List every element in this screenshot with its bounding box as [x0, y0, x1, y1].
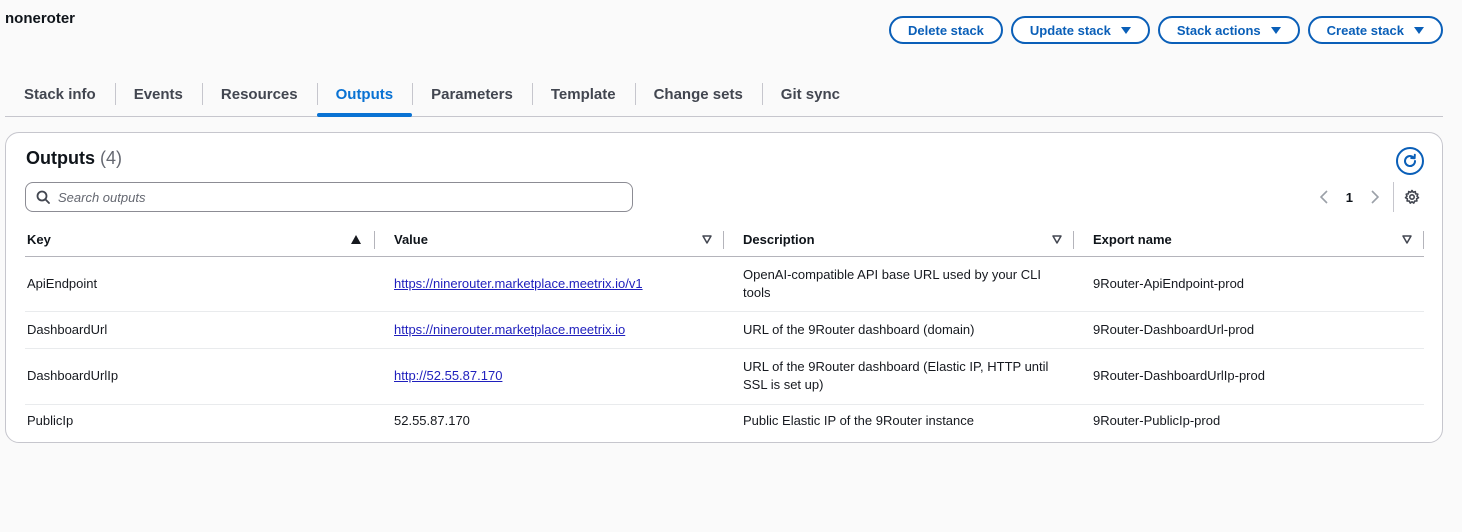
cell-description: OpenAI-compatible API base URL used by y…: [724, 256, 1074, 312]
search-icon: [36, 190, 50, 204]
column-header-description[interactable]: Description: [724, 223, 1074, 257]
stack-actions-button[interactable]: Stack actions: [1157, 16, 1300, 44]
refresh-button[interactable]: [1396, 147, 1424, 175]
previous-page-button[interactable]: [1316, 190, 1332, 204]
caret-down-icon: [1270, 26, 1281, 34]
update-stack-button[interactable]: Update stack: [1010, 16, 1150, 44]
table-header-row: Key Value Description Export name: [25, 223, 1424, 257]
cell-key: DashboardUrl: [25, 311, 375, 349]
column-label: Export name: [1093, 231, 1172, 247]
gear-icon: [1404, 189, 1420, 204]
tab-resources[interactable]: Resources: [201, 72, 317, 116]
cell-value: 52.55.87.170: [394, 413, 470, 429]
caret-down-icon: [1120, 26, 1131, 34]
column-header-export-name[interactable]: Export name: [1074, 223, 1424, 257]
outputs-title: Outputs: [26, 148, 95, 168]
search-input[interactable]: [58, 189, 618, 205]
tab-bar: Stack info Events Resources Outputs Para…: [5, 72, 1443, 117]
cell-export-name: 9Router-PublicIp-prod: [1093, 413, 1221, 429]
column-label: Description: [743, 231, 815, 247]
outputs-panel: Outputs (4) 1: [5, 132, 1443, 443]
chevron-right-icon: [1371, 190, 1379, 204]
column-label: Key: [27, 231, 51, 247]
value-link[interactable]: http://52.55.87.170: [394, 368, 502, 383]
delete-stack-label: Delete stack: [908, 22, 984, 38]
divider: [1393, 182, 1394, 212]
sort-ascending-icon: [351, 235, 361, 244]
tab-change-sets[interactable]: Change sets: [634, 72, 762, 116]
next-page-button[interactable]: [1367, 190, 1383, 204]
tab-events[interactable]: Events: [114, 72, 202, 116]
tab-outputs[interactable]: Outputs: [316, 72, 413, 117]
value-link[interactable]: https://ninerouter.marketplace.meetrix.i…: [394, 276, 643, 291]
cell-key: DashboardUrlIp: [25, 348, 375, 405]
cell-key: PublicIp: [27, 413, 74, 429]
page-title: noneroter: [5, 10, 76, 27]
pagination: 1: [1316, 182, 1420, 212]
column-label: Value: [394, 231, 428, 247]
cell-description: URL of the 9Router dashboard (Elastic IP…: [724, 348, 1074, 405]
cell-description: Public Elastic IP of the 9Router instanc…: [743, 413, 974, 429]
cell-value: http://52.55.87.170: [375, 348, 724, 405]
outputs-table: Key Value Description Export name ApiEnd…: [25, 223, 1424, 438]
cell-key: ApiEndpoint: [25, 256, 375, 312]
sort-icon: [702, 235, 712, 244]
column-divider[interactable]: [1423, 231, 1424, 249]
page-number[interactable]: 1: [1346, 190, 1353, 205]
tab-parameters[interactable]: Parameters: [412, 72, 532, 116]
tab-stack-info[interactable]: Stack info: [5, 72, 115, 116]
chevron-left-icon: [1319, 190, 1328, 204]
outputs-heading: Outputs (4): [26, 148, 122, 169]
preferences-button[interactable]: [1404, 189, 1420, 205]
tab-git-sync[interactable]: Git sync: [761, 72, 859, 116]
update-stack-label: Update stack: [1029, 22, 1111, 38]
stack-actions-label: Stack actions: [1176, 22, 1261, 38]
cell-value: https://ninerouter.marketplace.meetrix.i…: [375, 256, 724, 312]
cell-export-name: 9Router-ApiEndpoint-prod: [1074, 256, 1424, 312]
create-stack-button[interactable]: Create stack: [1307, 16, 1443, 44]
column-header-value[interactable]: Value: [375, 223, 724, 257]
cell-export-name: 9Router-DashboardUrlIp-prod: [1074, 348, 1424, 405]
value-link[interactable]: https://ninerouter.marketplace.meetrix.i…: [394, 322, 625, 337]
cell-description: URL of the 9Router dashboard (domain): [724, 311, 1074, 349]
cell-value: https://ninerouter.marketplace.meetrix.i…: [375, 311, 724, 349]
delete-stack-button[interactable]: Delete stack: [889, 16, 1003, 44]
sort-icon: [1052, 235, 1062, 244]
refresh-icon: [1404, 153, 1417, 167]
table-row: DashboardUrlIp http://52.55.87.170 URL o…: [25, 348, 1424, 405]
stack-actions-bar: Delete stack Update stack Stack actions …: [889, 16, 1443, 44]
search-box: [25, 182, 633, 212]
column-header-key[interactable]: Key: [25, 223, 375, 257]
outputs-count: (4): [100, 148, 123, 168]
cell-export-name: 9Router-DashboardUrl-prod: [1074, 311, 1424, 349]
table-row: ApiEndpoint https://ninerouter.marketpla…: [25, 256, 1424, 312]
table-row: PublicIp 52.55.87.170 Public Elastic IP …: [25, 404, 1424, 438]
caret-down-icon: [1414, 26, 1424, 34]
table-row: DashboardUrl https://ninerouter.marketpl…: [25, 311, 1424, 349]
sort-icon: [1402, 235, 1412, 244]
create-stack-label: Create stack: [1326, 22, 1404, 38]
tab-template[interactable]: Template: [531, 72, 635, 116]
